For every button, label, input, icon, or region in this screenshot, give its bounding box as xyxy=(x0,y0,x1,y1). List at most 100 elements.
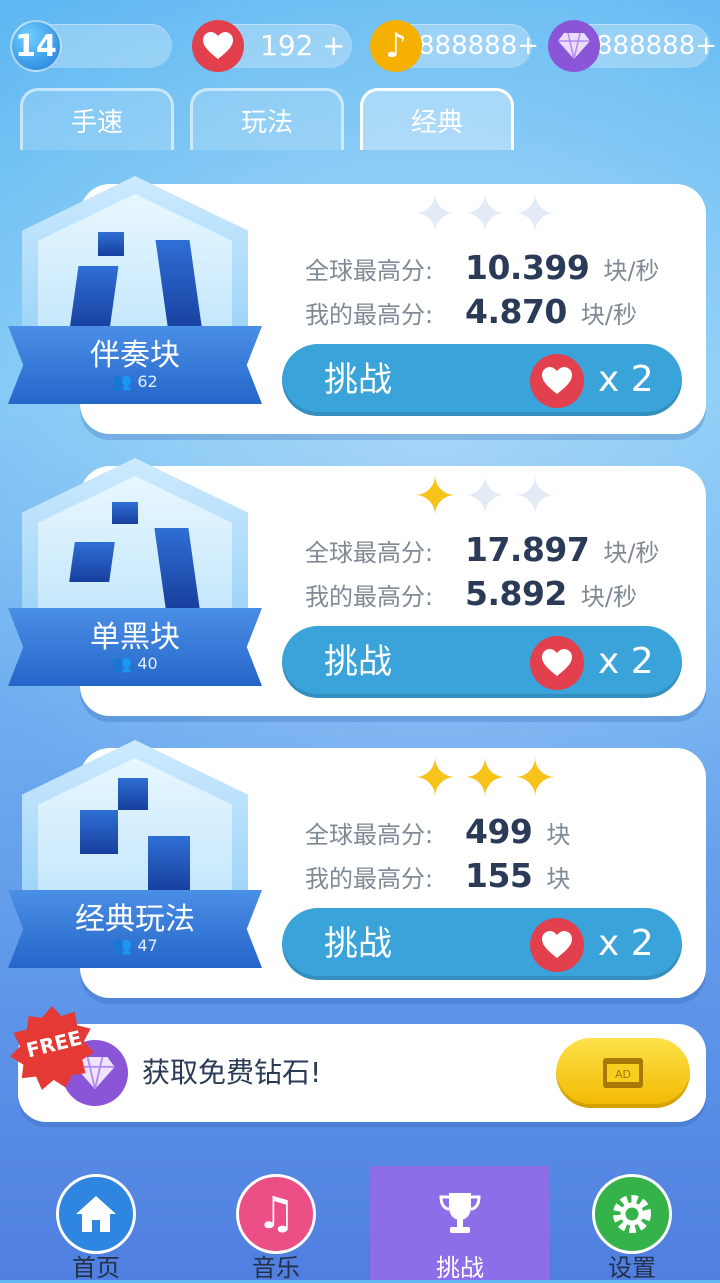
my-best-label: 我的最高分: xyxy=(305,301,434,329)
player-count-value: 62 xyxy=(137,372,158,391)
global-best-label: 全球最高分: xyxy=(305,257,434,285)
film-ad-icon: AD xyxy=(603,1058,643,1088)
global-best-row: 全球最高分: 17.897 块/秒 xyxy=(305,530,659,570)
my-best-row: 我的最高分: 4.870 块/秒 xyxy=(305,292,637,332)
star-rating: ✦ ✦ ✦ xyxy=(410,185,560,245)
star-icon: ✦ xyxy=(413,749,457,809)
my-best-label: 我的最高分: xyxy=(305,583,434,611)
challenge-button[interactable]: 挑战 x 2 xyxy=(282,908,682,980)
home-icon xyxy=(56,1174,136,1254)
challenge-cost: x 2 xyxy=(598,359,654,400)
level-badge: 14 xyxy=(10,20,62,72)
watch-ad-button[interactable]: AD xyxy=(556,1038,690,1108)
tab-classic-label: 经典 xyxy=(410,108,463,138)
star-icon: ✦ xyxy=(463,185,507,245)
nav-settings-label: 设置 xyxy=(608,1254,656,1282)
challenge-label: 挑战 xyxy=(324,924,392,964)
tab-gameplay[interactable]: 玩法 xyxy=(190,88,344,150)
star-icon: ✦ xyxy=(463,749,507,809)
player-count: 👥 62 xyxy=(8,372,262,391)
my-best-score: 5.892 xyxy=(465,574,567,613)
player-count-value: 40 xyxy=(137,654,158,673)
global-best-label: 全球最高分: xyxy=(305,821,434,849)
nav-music[interactable]: ♫ 音乐 xyxy=(186,1166,366,1282)
heart-icon xyxy=(530,636,584,690)
star-icon: ✦ xyxy=(513,467,557,527)
global-best-row: 全球最高分: 499 块 xyxy=(305,812,570,852)
player-count: 👥 47 xyxy=(8,936,262,955)
my-best-unit: 块 xyxy=(546,865,571,893)
global-best-row: 全球最高分: 10.399 块/秒 xyxy=(305,248,659,288)
global-best-score: 10.399 xyxy=(465,248,590,287)
mode-name: 伴奏块 xyxy=(90,338,180,373)
my-best-unit: 块/秒 xyxy=(580,583,637,611)
my-best-row: 我的最高分: 155 块 xyxy=(305,856,570,896)
lives-add-button[interactable]: + xyxy=(322,24,345,68)
nav-settings[interactable]: 设置 xyxy=(542,1166,720,1282)
music-note-icon: ♪ xyxy=(370,20,422,72)
free-gems-banner[interactable]: 获取免费钻石! AD xyxy=(18,1024,706,1122)
free-gems-text: 获取免费钻石! xyxy=(142,1056,322,1089)
nav-home[interactable]: 首页 xyxy=(6,1166,186,1282)
mode-emblem-accompaniment: 伴奏块 👥 62 xyxy=(8,176,262,426)
music-icon: ♫ xyxy=(236,1174,316,1254)
mode-name: 经典玩法 xyxy=(75,902,195,937)
star-icon: ✦ xyxy=(463,467,507,527)
mode-ribbon: 伴奏块 👥 62 xyxy=(8,326,262,404)
global-best-score: 499 xyxy=(465,812,533,851)
tab-speed[interactable]: 手速 xyxy=(20,88,174,150)
piano-tile xyxy=(69,542,115,582)
star-icon: ✦ xyxy=(513,185,557,245)
ad-label: AD xyxy=(615,1068,631,1081)
nav-home-label: 首页 xyxy=(72,1254,120,1282)
gear-icon xyxy=(592,1174,672,1254)
mode-ribbon: 单黑块 👥 40 xyxy=(8,608,262,686)
challenge-button[interactable]: 挑战 x 2 xyxy=(282,344,682,416)
my-best-score: 155 xyxy=(465,856,533,895)
heart-icon xyxy=(530,918,584,972)
my-best-unit: 块/秒 xyxy=(580,301,637,329)
users-icon: 👥 xyxy=(112,372,138,391)
users-icon: 👥 xyxy=(112,654,138,673)
global-best-label: 全球最高分: xyxy=(305,539,434,567)
piano-tile xyxy=(98,232,124,256)
tab-classic[interactable]: 经典 xyxy=(360,88,514,150)
challenge-label: 挑战 xyxy=(324,642,392,682)
mode-ribbon: 经典玩法 👥 47 xyxy=(8,890,262,968)
diamond-icon xyxy=(548,20,600,72)
nav-challenge-label: 挑战 xyxy=(436,1254,484,1282)
my-best-row: 我的最高分: 5.892 块/秒 xyxy=(305,574,637,614)
my-best-label: 我的最高分: xyxy=(305,865,434,893)
my-best-score: 4.870 xyxy=(465,292,567,331)
lives-value: 192 xyxy=(260,29,314,62)
trophy-icon xyxy=(420,1174,500,1254)
challenge-button[interactable]: 挑战 x 2 xyxy=(282,626,682,698)
tab-gameplay-label: 玩法 xyxy=(240,108,293,138)
tab-speed-label: 手速 xyxy=(70,108,123,138)
global-best-unit: 块 xyxy=(546,821,571,849)
piano-tile xyxy=(118,778,148,810)
nav-music-label: 音乐 xyxy=(252,1254,300,1282)
mode-name: 单黑块 xyxy=(90,620,180,655)
music-value: 888888+ xyxy=(418,31,540,61)
star-icon: ✦ xyxy=(413,467,457,527)
piano-tile xyxy=(80,810,118,854)
star-icon: ✦ xyxy=(413,185,457,245)
global-best-unit: 块/秒 xyxy=(603,257,660,285)
users-icon: 👥 xyxy=(112,936,138,955)
challenge-label: 挑战 xyxy=(324,360,392,400)
global-best-unit: 块/秒 xyxy=(603,539,660,567)
resource-bar: 14 192 + 888888+ ♪ 888888+ xyxy=(10,20,717,72)
player-count-value: 47 xyxy=(137,936,158,955)
nav-challenge[interactable]: 挑战 xyxy=(370,1166,550,1282)
bottom-nav: 首页 ♫ 音乐 挑战 设置 xyxy=(0,1166,720,1282)
challenge-cost: x 2 xyxy=(598,641,654,682)
star-rating: ✦ ✦ ✦ xyxy=(410,749,560,809)
piano-tile xyxy=(112,502,138,524)
level-number: 14 xyxy=(15,28,57,64)
piano-tile xyxy=(148,836,190,892)
mode-emblem-single-black: 单黑块 👥 40 xyxy=(8,458,262,708)
player-count: 👥 40 xyxy=(8,654,262,673)
global-best-score: 17.897 xyxy=(465,530,590,569)
challenge-cost: x 2 xyxy=(598,923,654,964)
